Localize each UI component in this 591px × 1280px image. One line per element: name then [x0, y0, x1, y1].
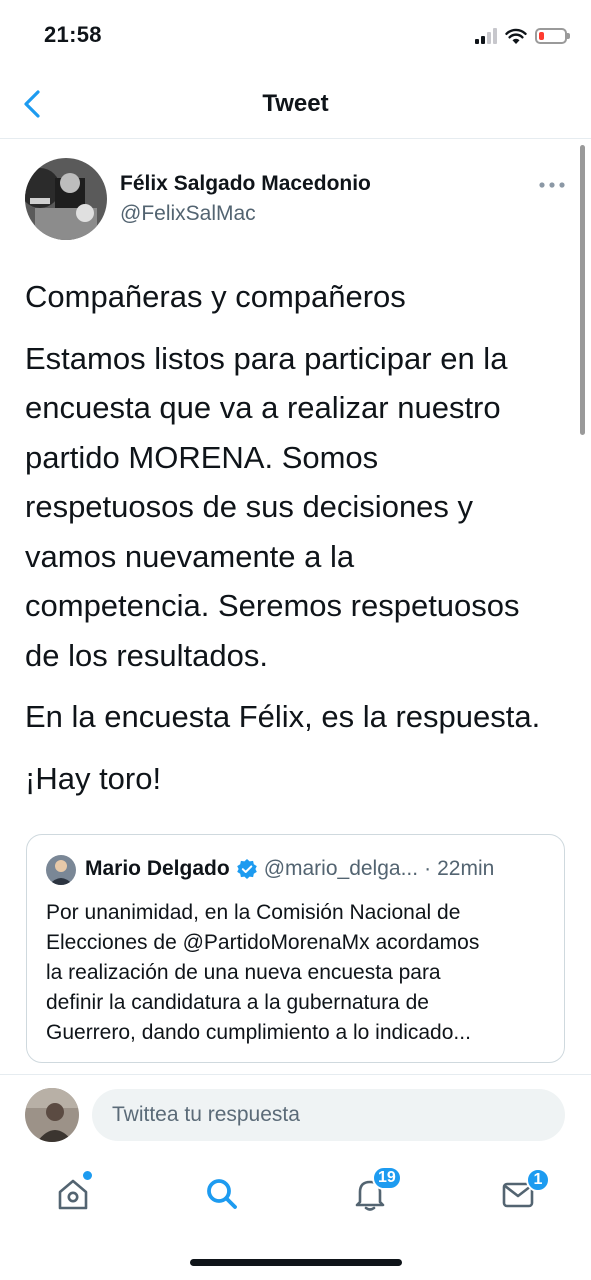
top-nav-bar: Tweet [0, 74, 591, 139]
scrollbar[interactable] [580, 145, 585, 435]
verified-badge-icon [236, 859, 257, 879]
tweet-paragraph: En la encuesta Félix, es la respuesta. [25, 699, 541, 734]
battery-low-icon [535, 28, 570, 44]
status-time: 21:58 [44, 22, 102, 47]
author-avatar[interactable] [25, 158, 107, 240]
tweet-paragraph: ¡Hay toro! [25, 760, 162, 796]
tab-search[interactable] [192, 1166, 252, 1222]
home-new-dot [81, 1169, 94, 1182]
quoted-time: 22min [437, 857, 495, 880]
author-name[interactable]: Félix Salgado Macedonio [120, 172, 371, 196]
home-indicator [190, 1259, 402, 1266]
quoted-tweet-text: Por unanimidad, en la Comisión Nacional … [46, 901, 480, 1044]
quoted-author-handle: @mario_delga... [263, 857, 419, 880]
search-icon [207, 1179, 237, 1209]
tweet-paragraph: Estamos listos para participar en la enc… [25, 340, 520, 673]
reply-bar [0, 1074, 591, 1155]
messages-badge: 1 [526, 1168, 550, 1192]
tweet-paragraph: Compañeras y compañeros [25, 279, 406, 314]
tab-home[interactable] [43, 1166, 103, 1222]
notifications-badge: 19 [372, 1166, 402, 1190]
author-handle[interactable]: @FelixSalMac [120, 202, 256, 226]
page-title: Tweet [262, 90, 329, 117]
quoted-author-avatar [46, 855, 76, 885]
signal-icon [475, 28, 497, 44]
meta-separator: · [424, 857, 432, 880]
user-avatar[interactable] [25, 1088, 79, 1142]
status-bar: 21:58 [0, 0, 591, 70]
tab-notifications[interactable]: 19 [340, 1166, 402, 1222]
reply-input[interactable] [92, 1089, 565, 1141]
quoted-author-name: Mario Delgado [85, 857, 230, 880]
bottom-tab-bar: 19 1 [0, 1154, 591, 1280]
quoted-tweet-card[interactable]: Mario Delgado @mario_delga... · 22min Po… [26, 834, 565, 1063]
tweet-text: Compañeras y compañeros Estamos listos p… [25, 272, 570, 815]
more-options-icon[interactable] [536, 172, 568, 198]
wifi-icon [505, 28, 527, 44]
tab-messages[interactable]: 1 [488, 1166, 550, 1222]
